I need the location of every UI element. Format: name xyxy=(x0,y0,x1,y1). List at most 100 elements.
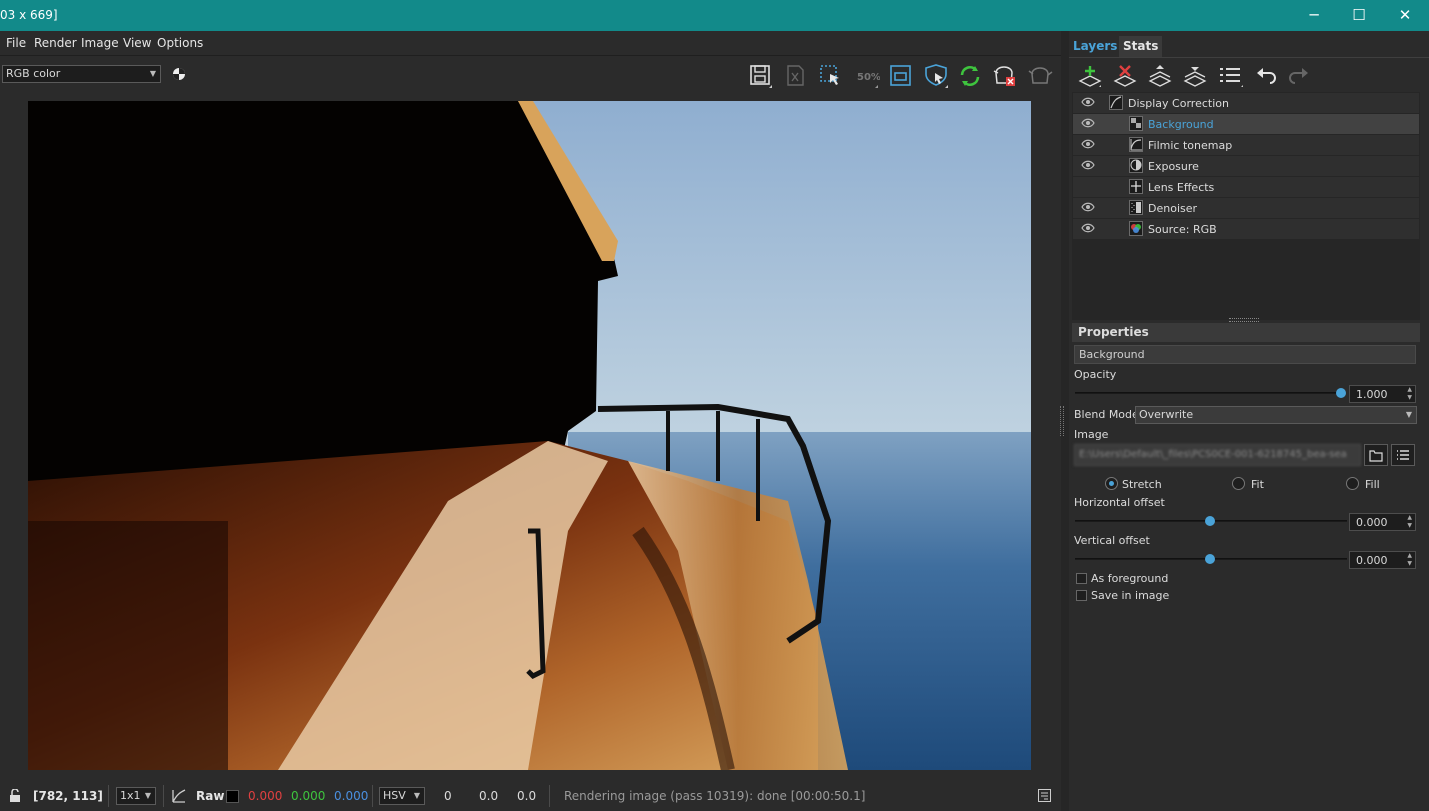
log-icon[interactable] xyxy=(1038,789,1051,802)
hue-value: 0 xyxy=(444,789,452,803)
eye-icon[interactable] xyxy=(1081,97,1095,107)
colorspace-value: HSV xyxy=(383,789,406,802)
layer-row-background[interactable]: Background xyxy=(1073,114,1419,134)
scale-select[interactable]: 1x1 ▼ xyxy=(116,787,156,805)
tab-divider xyxy=(1069,57,1429,58)
layer-row-source-rgb[interactable]: Source: RGB xyxy=(1073,219,1419,239)
layer-row-filmic-tonemap[interactable]: Filmic tonemap xyxy=(1073,135,1419,155)
refresh-icon[interactable] xyxy=(957,63,983,89)
spin-arrows-icon[interactable]: ▲ ▼ xyxy=(1407,552,1412,568)
panel-resize-grip[interactable] xyxy=(1229,318,1259,322)
menu-options[interactable]: Options xyxy=(157,36,203,50)
color-picker-icon[interactable] xyxy=(172,67,186,81)
clear-cache-icon[interactable] xyxy=(992,63,1018,89)
horizontal-offset-label: Horizontal offset xyxy=(1074,496,1165,509)
chevron-down-icon: ▼ xyxy=(1405,410,1412,419)
scale-value: 1x1 xyxy=(120,789,141,802)
color-mode-select[interactable]: RGB color ▼ xyxy=(2,65,161,83)
layer-up-icon[interactable] xyxy=(1147,63,1173,87)
eye-icon[interactable] xyxy=(1081,118,1095,128)
minimize-button[interactable]: ─ xyxy=(1291,0,1337,31)
vertical-offset-input[interactable]: 0.000 ▲ ▼ xyxy=(1349,551,1416,569)
opacity-label: Opacity xyxy=(1074,368,1117,381)
layer-name: Denoiser xyxy=(1148,202,1198,215)
region-select-icon[interactable] xyxy=(818,63,844,89)
stretch-radio[interactable] xyxy=(1105,477,1118,490)
tab-layers[interactable]: Layers xyxy=(1069,36,1122,57)
horizontal-offset-value: 0.000 xyxy=(1356,516,1388,529)
viewport-toolbar: RGB color ▼ 50% xyxy=(0,55,1061,95)
chevron-down-icon: ▼ xyxy=(144,791,151,800)
menu-render[interactable]: Render xyxy=(34,36,77,50)
opacity-value: 1.000 xyxy=(1356,388,1388,401)
opacity-slider-handle[interactable] xyxy=(1336,388,1346,398)
spin-arrows-icon[interactable]: ▲ ▼ xyxy=(1407,514,1412,530)
blue-value: 0.000 xyxy=(334,789,369,803)
as-foreground-checkbox[interactable] xyxy=(1076,573,1087,584)
panel-splitter[interactable] xyxy=(1060,31,1069,811)
image-path-field[interactable]: E:\Users\Default\_files\PCS0CE-001-62187… xyxy=(1074,444,1361,466)
eye-icon[interactable] xyxy=(1081,223,1095,233)
cursor-coords: [782, 113] xyxy=(33,789,103,803)
fit-radio[interactable] xyxy=(1232,477,1245,490)
fit-view-icon[interactable] xyxy=(888,63,914,89)
layer-down-icon[interactable] xyxy=(1182,63,1208,87)
chevron-down-icon: ▼ xyxy=(413,791,420,800)
horizontal-offset-input[interactable]: 0.000 ▲ ▼ xyxy=(1349,513,1416,531)
curve-icon[interactable] xyxy=(171,788,187,804)
rendered-image[interactable] xyxy=(28,101,1031,770)
layer-name: Display Correction xyxy=(1128,97,1229,110)
layer-name-field[interactable]: Background xyxy=(1074,345,1416,364)
eye-icon[interactable] xyxy=(1081,139,1095,149)
browse-button[interactable] xyxy=(1364,444,1388,466)
fit-label: Fit xyxy=(1251,478,1264,491)
layer-row-exposure[interactable]: Exposure xyxy=(1073,156,1419,176)
title-bar: 03 x 669] ─ ☐ ✕ xyxy=(0,0,1429,31)
menu-bar: File Render Image View Options xyxy=(0,31,1061,55)
layer-name: Filmic tonemap xyxy=(1148,139,1233,152)
tab-stats[interactable]: Stats xyxy=(1119,36,1163,57)
blend-mode-select[interactable]: Overwrite ▼ xyxy=(1135,406,1417,424)
vertical-offset-label: Vertical offset xyxy=(1074,534,1150,547)
colorspace-select[interactable]: HSV ▼ xyxy=(379,787,425,805)
fill-radio[interactable] xyxy=(1346,477,1359,490)
layer-row-lens-effects[interactable]: Lens Effects xyxy=(1073,177,1419,197)
redo-icon[interactable] xyxy=(1288,65,1310,85)
lock-icon[interactable] xyxy=(9,789,21,802)
menu-file[interactable]: File xyxy=(6,36,26,50)
color-mode-value: RGB color xyxy=(6,67,61,80)
undo-icon[interactable] xyxy=(1255,65,1277,85)
save-icon[interactable] xyxy=(748,63,774,89)
layer-name: Lens Effects xyxy=(1148,181,1215,194)
tonemap-icon xyxy=(1129,137,1143,152)
stretch-label: Stretch xyxy=(1122,478,1162,491)
add-layer-icon[interactable] xyxy=(1077,63,1103,87)
spin-arrows-icon[interactable]: ▲ ▼ xyxy=(1407,386,1412,402)
delete-layer-icon[interactable] xyxy=(1112,63,1138,87)
menu-view[interactable]: View xyxy=(123,36,151,50)
opacity-slider[interactable] xyxy=(1075,392,1343,394)
maximize-button[interactable]: ☐ xyxy=(1336,0,1382,31)
horizontal-offset-handle[interactable] xyxy=(1205,516,1215,526)
layer-list-icon[interactable] xyxy=(1217,63,1243,87)
render-viewport[interactable] xyxy=(0,95,1058,778)
menu-image[interactable]: Image xyxy=(81,36,119,50)
opacity-input[interactable]: 1.000 ▲ ▼ xyxy=(1349,385,1416,403)
window-title: 03 x 669] xyxy=(0,8,58,22)
layer-row-display-correction[interactable]: Display Correction xyxy=(1073,93,1419,113)
splitter-grip[interactable] xyxy=(1060,406,1064,436)
zoom-50-icon[interactable]: 50% xyxy=(854,63,880,89)
vertical-offset-handle[interactable] xyxy=(1205,554,1215,564)
vertical-offset-value: 0.000 xyxy=(1356,554,1388,567)
value-value: 0.0 xyxy=(517,789,537,803)
export-icon[interactable] xyxy=(783,63,809,89)
zoom-50-label: 50% xyxy=(857,72,880,83)
eye-icon[interactable] xyxy=(1081,202,1095,212)
image-options-button[interactable] xyxy=(1391,444,1415,466)
shield-pick-icon[interactable] xyxy=(923,63,949,89)
eye-icon[interactable] xyxy=(1081,160,1095,170)
close-button[interactable]: ✕ xyxy=(1382,0,1428,31)
layer-row-denoiser[interactable]: Denoiser xyxy=(1073,198,1419,218)
teapot-icon[interactable] xyxy=(1027,63,1053,89)
save-in-image-checkbox[interactable] xyxy=(1076,590,1087,601)
